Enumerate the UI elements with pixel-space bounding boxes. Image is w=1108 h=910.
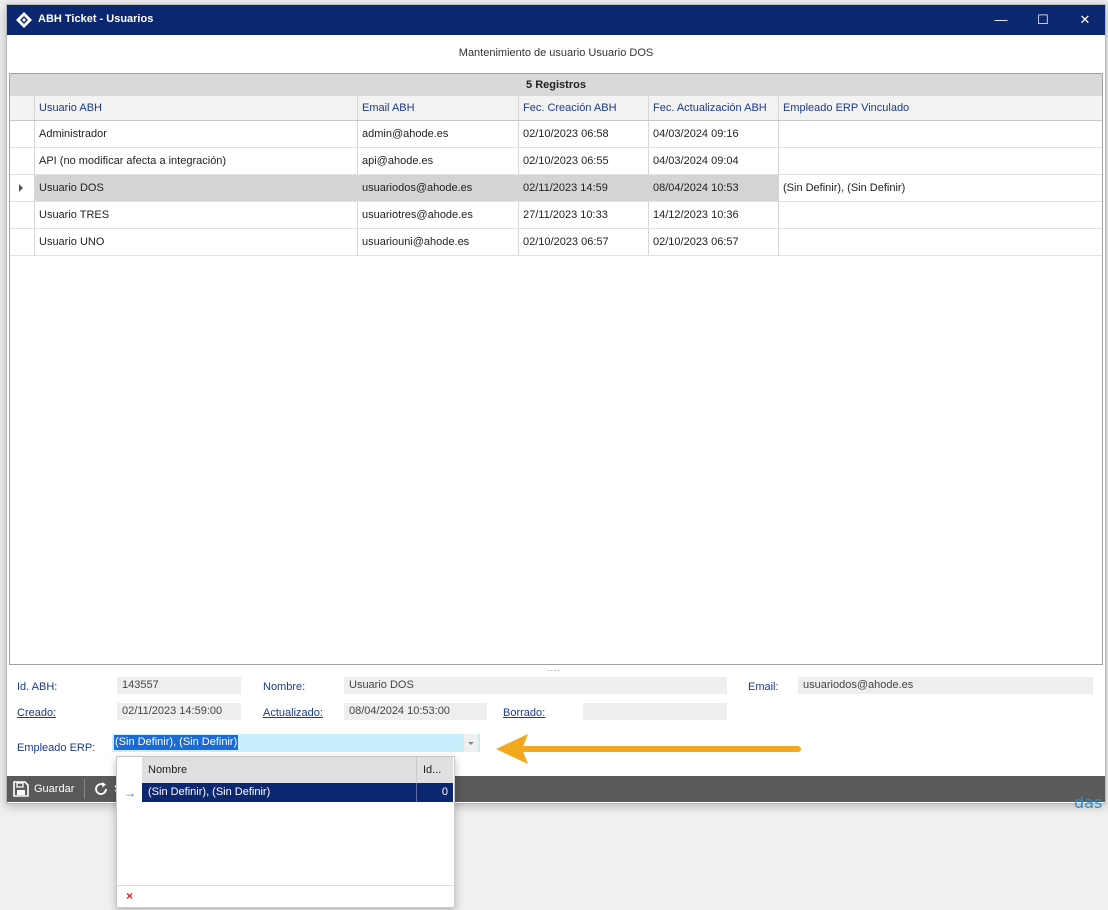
toolbar-separator	[84, 779, 85, 799]
cell-employee	[778, 229, 1102, 255]
row-indicator	[10, 148, 34, 174]
row-indicator	[10, 121, 34, 147]
table-row[interactable]: Administrador admin@ahode.es 02/10/2023 …	[10, 121, 1102, 148]
chevron-down-icon[interactable]	[464, 734, 478, 752]
clear-selection-icon[interactable]: ×	[126, 889, 133, 903]
updated-link[interactable]: Actualizado:	[263, 707, 323, 719]
table-row[interactable]: Usuario TRES usuariotres@ahode.es 27/11/…	[10, 202, 1102, 229]
dropdown-column-name[interactable]: Nombre	[142, 757, 417, 783]
row-indicator	[10, 175, 34, 201]
grid-header: Usuario ABH Email ABH Fec. Creación ABH …	[10, 96, 1102, 121]
refresh-icon	[95, 782, 107, 795]
cell-user: Usuario UNO	[34, 229, 357, 255]
email-label: Email:	[748, 681, 779, 693]
cell-employee: (Sin Definir), (Sin Definir)	[778, 175, 1102, 201]
erp-employee-label: Empleado ERP:	[17, 742, 96, 754]
created-field[interactable]: 02/11/2023 14:59:00	[117, 703, 241, 720]
table-row[interactable]: API (no modificar afecta a integración) …	[10, 148, 1102, 175]
cell-updated: 04/03/2024 09:16	[648, 121, 778, 147]
deleted-field[interactable]	[583, 703, 727, 720]
created-link[interactable]: Creado:	[17, 707, 56, 719]
erp-employee-value[interactable]: (Sin Definir), (Sin Definir)	[114, 735, 239, 750]
column-header-created[interactable]: Fec. Creación ABH	[518, 96, 648, 120]
annotation-arrow-icon	[496, 734, 801, 764]
erp-employee-combo[interactable]: (Sin Definir), (Sin Definir)	[112, 734, 480, 752]
deleted-link[interactable]: Borrado:	[503, 707, 545, 719]
window-title: ABH Ticket - Usuarios	[38, 13, 154, 25]
cell-created: 02/10/2023 06:55	[518, 148, 648, 174]
cell-user: Administrador	[34, 121, 357, 147]
cell-updated: 14/12/2023 10:36	[648, 202, 778, 228]
dropdown-column-id[interactable]: Id...	[417, 757, 453, 783]
cell-email: admin@ahode.es	[357, 121, 518, 147]
name-field[interactable]: Usuario DOS	[344, 677, 727, 694]
panel-splitter[interactable]: ....	[547, 663, 561, 673]
background-text-fragment: das	[1074, 793, 1103, 812]
cell-email: usuariotres@ahode.es	[357, 202, 518, 228]
cell-email: usuariouni@ahode.es	[357, 229, 518, 255]
cell-created: 27/11/2023 10:33	[518, 202, 648, 228]
column-header-employee[interactable]: Empleado ERP Vinculado	[778, 96, 1102, 120]
records-count-band: 5 Registros	[10, 74, 1102, 96]
table-row-selected[interactable]: Usuario DOS usuariodos@ahode.es 02/11/20…	[10, 175, 1102, 202]
cell-updated: 02/10/2023 06:57	[648, 229, 778, 255]
cell-user: Usuario TRES	[34, 202, 357, 228]
app-window: ABH Ticket - Usuarios — ☐ ✕ Mantenimient…	[6, 4, 1106, 804]
dropdown-header: Nombre Id...	[142, 757, 453, 783]
save-icon	[13, 781, 29, 797]
dropdown-option[interactable]: (Sin Definir), (Sin Definir) 0	[142, 783, 453, 802]
erp-employee-dropdown: Nombre Id... → (Sin Definir), (Sin Defin…	[116, 756, 455, 908]
cell-employee	[778, 121, 1102, 147]
column-header-user[interactable]: Usuario ABH	[34, 96, 357, 120]
cell-email: usuariodos@ahode.es	[357, 175, 518, 201]
row-indicator	[10, 202, 34, 228]
cell-created: 02/10/2023 06:57	[518, 229, 648, 255]
email-field[interactable]: usuariodos@ahode.es	[798, 677, 1093, 694]
cell-updated: 08/04/2024 10:53	[648, 175, 778, 201]
name-label: Nombre:	[263, 681, 306, 693]
users-grid: 5 Registros Usuario ABH Email ABH Fec. C…	[9, 73, 1103, 665]
id-label: Id. ABH:	[17, 681, 58, 693]
cell-employee	[778, 148, 1102, 174]
updated-field[interactable]: 08/04/2024 10:53:00	[344, 703, 487, 720]
close-button[interactable]: ✕	[1063, 5, 1107, 35]
title-bar: ABH Ticket - Usuarios — ☐ ✕	[7, 5, 1105, 35]
current-row-icon	[19, 184, 23, 192]
cell-created: 02/10/2023 06:58	[518, 121, 648, 147]
dropdown-footer: ×	[117, 885, 454, 907]
option-id: 0	[441, 786, 448, 798]
cell-user: API (no modificar afecta a integración)	[34, 148, 357, 174]
row-indicator	[10, 229, 34, 255]
cell-email: api@ahode.es	[357, 148, 518, 174]
minimize-button[interactable]: —	[979, 5, 1023, 35]
option-name: (Sin Definir), (Sin Definir)	[142, 783, 417, 802]
id-field[interactable]: 143557	[117, 677, 241, 694]
app-logo-icon	[16, 12, 32, 28]
cell-created: 02/11/2023 14:59	[518, 175, 648, 201]
page-subtitle: Mantenimiento de usuario Usuario DOS	[458, 47, 654, 59]
save-label: Guardar	[34, 783, 75, 795]
cell-updated: 04/03/2024 09:04	[648, 148, 778, 174]
column-header-email[interactable]: Email ABH	[357, 96, 518, 120]
table-row[interactable]: Usuario UNO usuariouni@ahode.es 02/10/20…	[10, 229, 1102, 256]
column-header-updated[interactable]: Fec. Actualización ABH	[648, 96, 778, 120]
cell-employee	[778, 202, 1102, 228]
current-item-arrow-icon: →	[124, 786, 136, 800]
cell-user: Usuario DOS	[34, 175, 357, 201]
maximize-button[interactable]: ☐	[1021, 5, 1065, 35]
